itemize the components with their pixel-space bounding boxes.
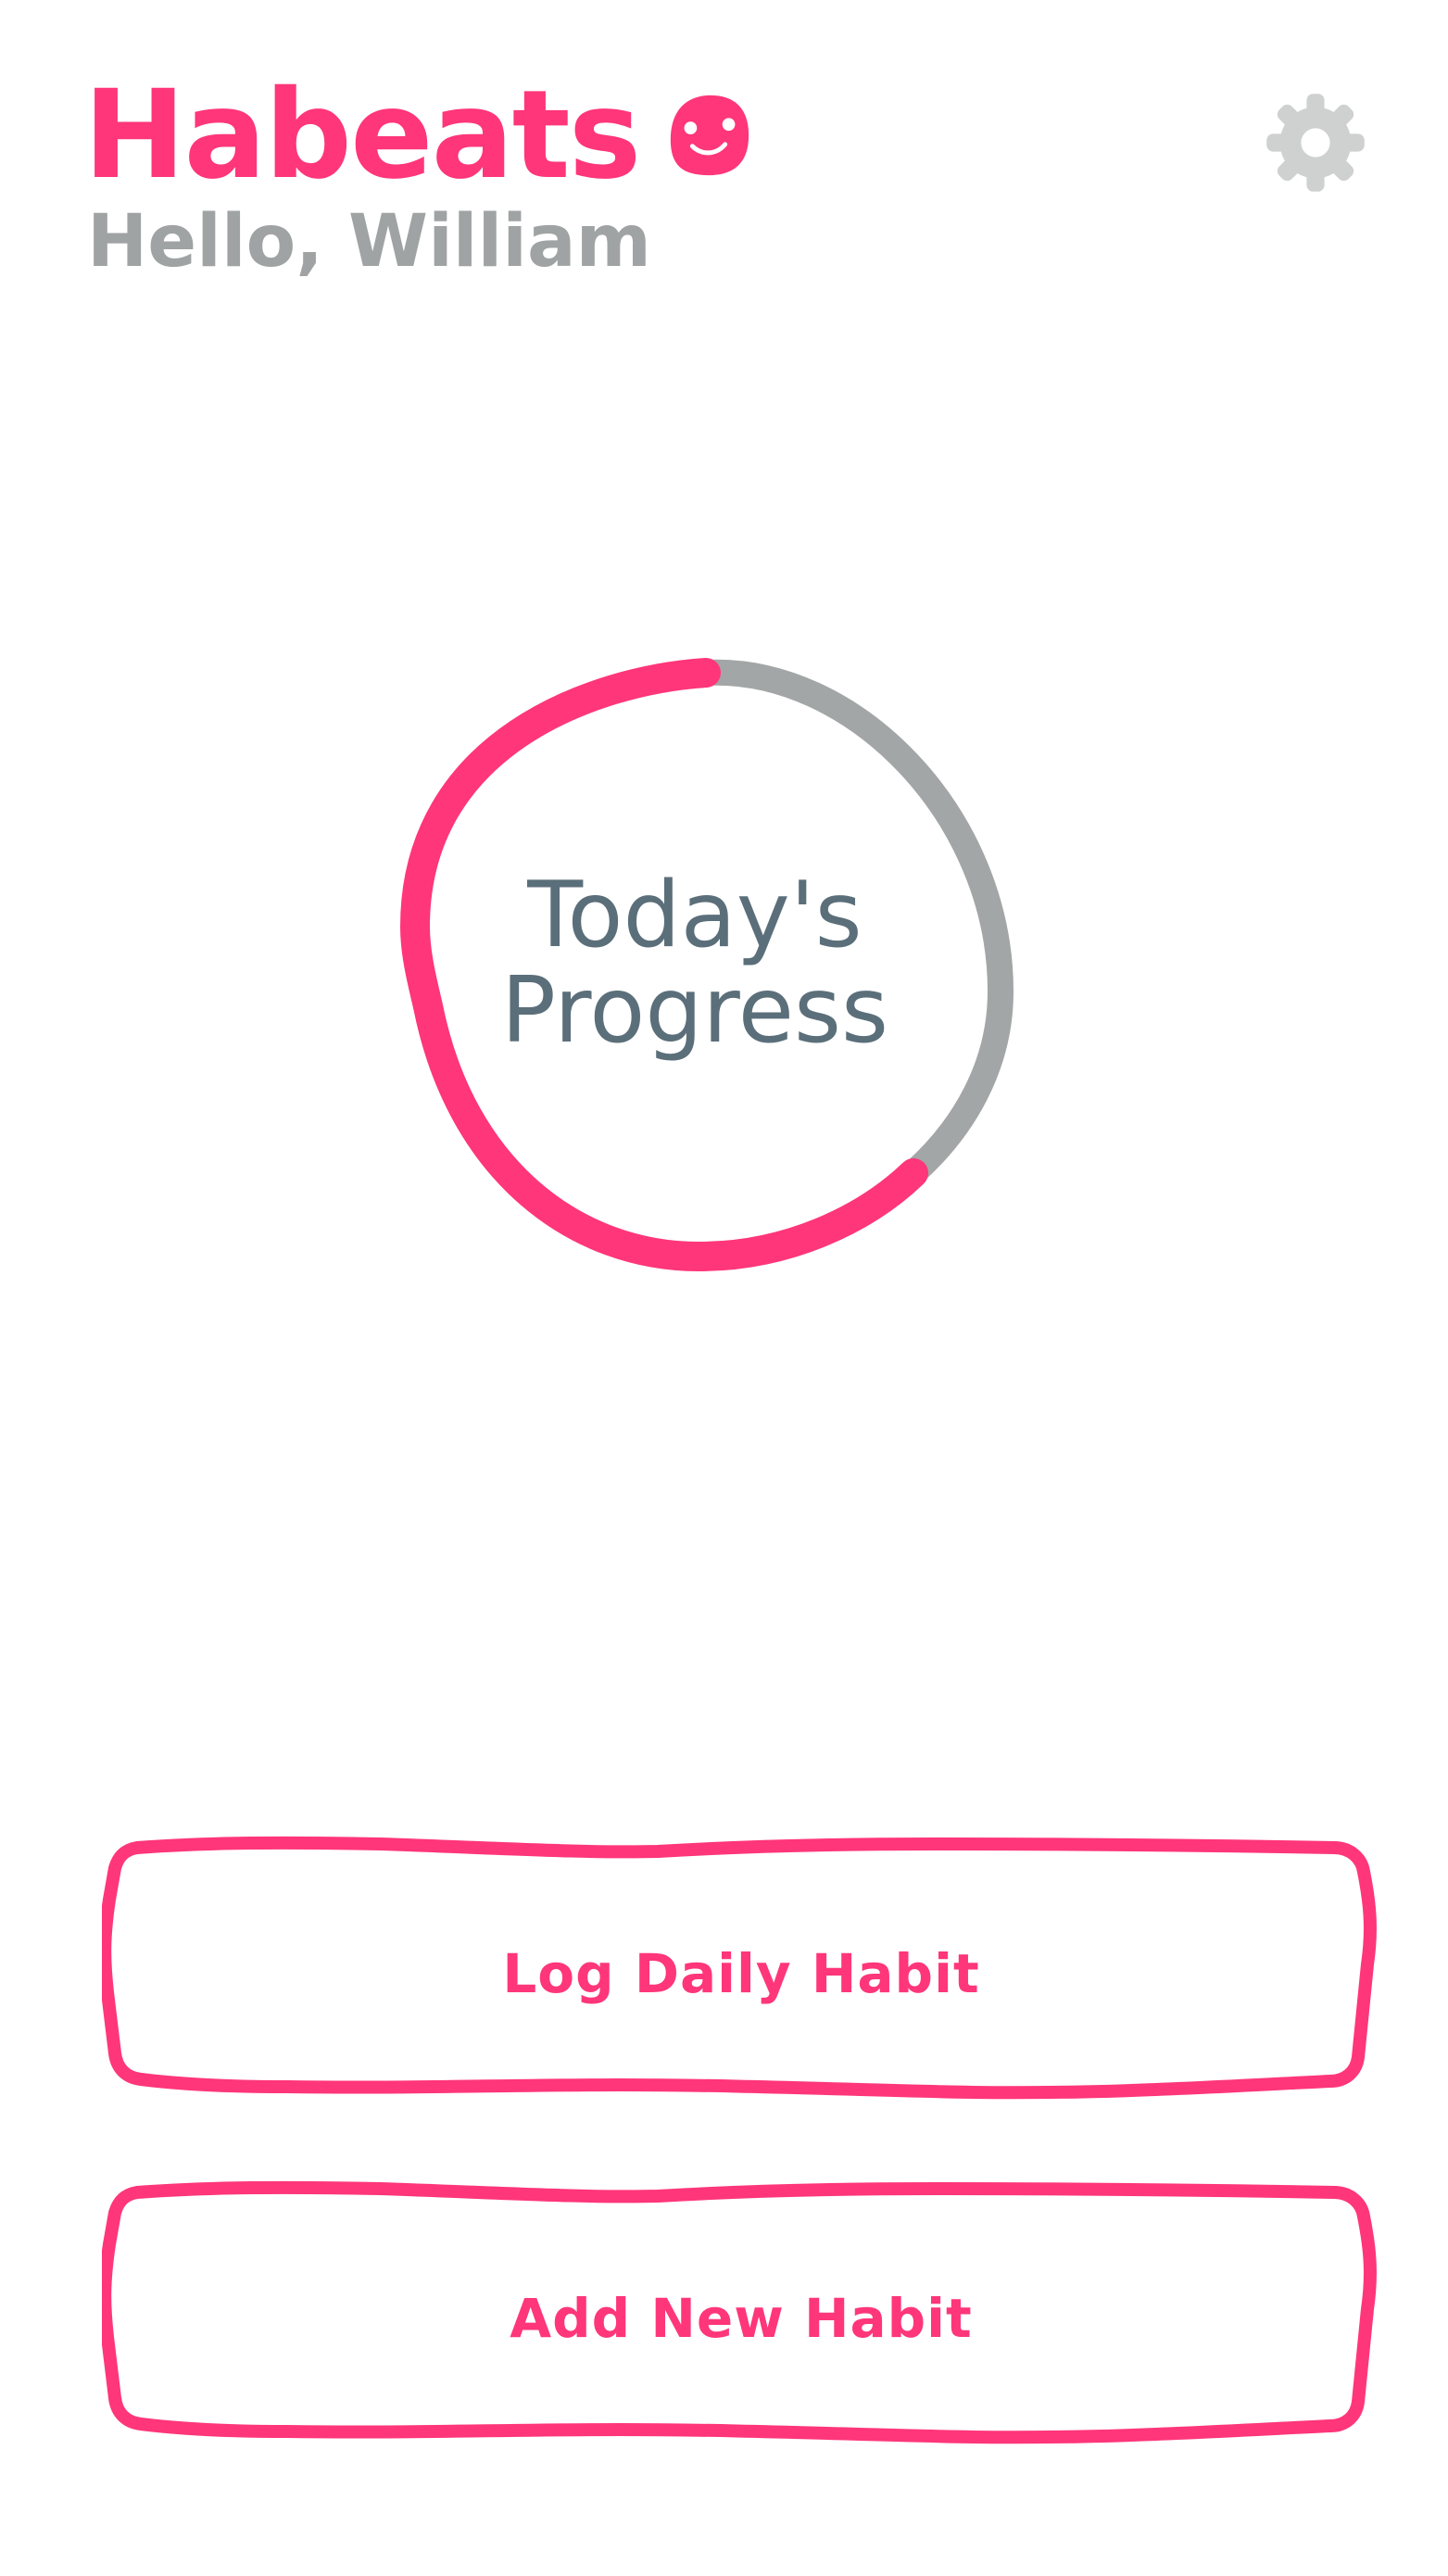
progress-label: Today's Progress (500, 863, 889, 1064)
log-daily-habit-label: Log Daily Habit (502, 1942, 980, 2005)
header: Habeats Hello, William (83, 74, 1371, 297)
progress-ring: Today's Progress (371, 639, 1019, 1288)
smiley-face-icon (671, 95, 749, 176)
log-daily-habit-button[interactable]: Log Daily Habit (102, 1835, 1380, 2113)
add-new-habit-label: Add New Habit (510, 2287, 973, 2350)
app-title: Habeats (83, 64, 641, 207)
add-new-habit-button[interactable]: Add New Habit (102, 2179, 1380, 2457)
greeting-text: Hello, William (87, 200, 651, 284)
gear-icon[interactable] (1260, 87, 1371, 198)
brand: Habeats (83, 74, 754, 196)
